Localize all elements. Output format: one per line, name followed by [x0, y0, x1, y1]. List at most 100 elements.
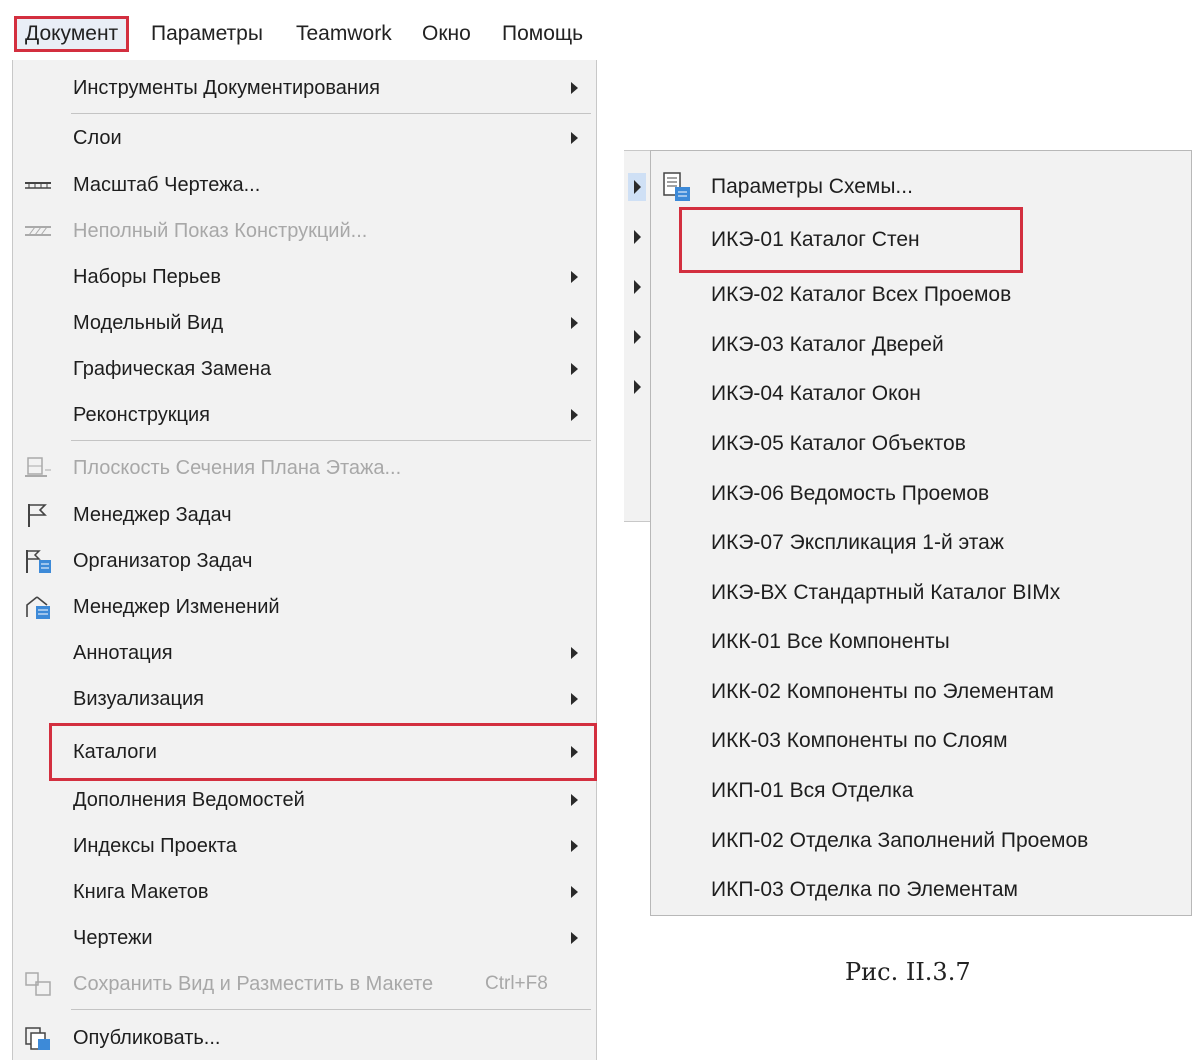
submenu-item-ike-02[interactable]: ИКЭ-02 Каталог Всех Проемов	[651, 271, 1191, 319]
submenu-item-ikk-02[interactable]: ИКК-02 Компоненты по Элементам	[651, 668, 1191, 716]
save-view-icon	[23, 970, 53, 998]
submenu-item-label: ИКП-02 Отделка Заполнений Проемов	[711, 829, 1089, 852]
menu-item-model-view[interactable]: Модельный Вид	[13, 301, 596, 345]
submenu-arrow-icon	[571, 794, 578, 806]
submenu-item-label: ИКК-01 Все Компоненты	[711, 630, 950, 653]
submenu-item-label: ИКЭ-ВХ Стандартный Каталог BIMx	[711, 581, 1061, 604]
submenu-arrow-icon	[634, 330, 641, 344]
menu-item-documentation-tools[interactable]: Инструменты Документирования	[13, 66, 596, 110]
submenu-item-label: ИКЭ-05 Каталог Объектов	[711, 432, 966, 455]
submenu-item-label: ИКК-02 Компоненты по Элементам	[711, 680, 1054, 703]
menu-item-publish[interactable]: Опубликовать...	[13, 1016, 596, 1060]
menu-item-label: Модельный Вид	[73, 312, 224, 334]
menu-item-task-organizer[interactable]: Организатор Задач	[13, 539, 596, 583]
submenu-arrow-icon	[634, 280, 641, 294]
submenu-item-ikp-03[interactable]: ИКП-03 Отделка по Элементам	[651, 866, 1191, 914]
menu-item-save-view-place: Сохранить Вид и Разместить в Макете Ctrl…	[13, 962, 596, 1006]
publish-icon	[23, 1024, 53, 1052]
menu-item-graphic-override[interactable]: Графическая Замена	[13, 347, 596, 391]
menu-item-floor-plan-cut-plane: Плоскость Сечения Плана Этажа...	[13, 446, 596, 490]
submenu-item-ike-01[interactable]: ИКЭ-01 Каталог Стен	[679, 207, 1023, 273]
menu-item-layers[interactable]: Слои	[13, 116, 596, 160]
menu-item-label: Менеджер Изменений	[73, 596, 280, 618]
menu-item-label: Реконструкция	[73, 404, 210, 426]
submenu-item-ikp-01[interactable]: ИКП-01 Вся Отделка	[651, 767, 1191, 815]
submenu-item-scheme-settings[interactable]: Параметры Схемы...	[651, 163, 1191, 211]
menu-item-label: Наборы Перьев	[73, 266, 221, 288]
submenu-arrow-icon	[571, 746, 578, 758]
flag-icon	[23, 501, 53, 529]
submenu-item-ikk-03[interactable]: ИКК-03 Компоненты по Слоям	[651, 717, 1191, 765]
menu-item-drawing-scale[interactable]: Масштаб Чертежа...	[13, 163, 596, 207]
menu-document[interactable]: Документ	[14, 16, 130, 52]
task-organizer-icon	[23, 547, 53, 575]
submenu-item-ike-04[interactable]: ИКЭ-04 Каталог Окон	[651, 370, 1191, 418]
scale-ruler-icon	[23, 171, 53, 199]
menu-item-label: Неполный Показ Конструкций...	[73, 220, 368, 242]
submenu-item-label: ИКЭ-03 Каталог Дверей	[711, 333, 944, 356]
partial-structure-icon	[23, 217, 53, 245]
document-dropdown: Инструменты Документирования Слои Масшта…	[12, 60, 597, 1060]
menu-item-schedule-addons[interactable]: Дополнения Ведомостей	[13, 778, 596, 822]
change-manager-icon	[23, 593, 53, 621]
menu-item-change-manager[interactable]: Менеджер Изменений	[13, 585, 596, 629]
menu-item-label: Организатор Задач	[73, 550, 253, 572]
menu-item-partial-structure: Неполный Показ Конструкций...	[13, 209, 596, 253]
submenu-arrow-icon	[634, 380, 641, 394]
menu-item-annotation[interactable]: Аннотация	[13, 631, 596, 675]
menu-item-label: Масштаб Чертежа...	[73, 174, 261, 196]
menu-separator	[71, 1009, 591, 1010]
submenu-arrow-icon	[571, 693, 578, 705]
menu-item-pen-sets[interactable]: Наборы Перьев	[13, 255, 596, 299]
submenu-item-ike-03[interactable]: ИКЭ-03 Каталог Дверей	[651, 321, 1191, 369]
menu-item-task-manager[interactable]: Менеджер Задач	[13, 493, 596, 537]
menu-item-renovation[interactable]: Реконструкция	[13, 393, 596, 437]
menu-item-label: Инструменты Документирования	[73, 77, 380, 99]
menu-separator	[71, 113, 591, 114]
submenu-item-label: ИКП-01 Вся Отделка	[711, 779, 914, 802]
menu-item-layout-book[interactable]: Книга Макетов	[13, 870, 596, 914]
menu-item-label: Чертежи	[73, 927, 153, 949]
parent-menu-edge	[624, 150, 650, 522]
submenu-item-ike-07[interactable]: ИКЭ-07 Экспликация 1-й этаж	[651, 519, 1191, 567]
submenu-arrow-icon	[571, 82, 578, 94]
submenu-item-label: ИКЭ-02 Каталог Всех Проемов	[711, 283, 1012, 306]
menu-separator	[71, 440, 591, 441]
menu-item-label: Каталоги	[73, 741, 157, 763]
submenu-item-ikp-02[interactable]: ИКП-02 Отделка Заполнений Проемов	[651, 817, 1191, 865]
submenu-item-label: ИКП-03 Отделка по Элементам	[711, 878, 1018, 901]
submenu-arrow-icon	[571, 886, 578, 898]
submenu-arrow-icon	[634, 180, 641, 194]
menu-item-label: Дополнения Ведомостей	[73, 789, 305, 811]
menu-item-label: Опубликовать...	[73, 1027, 221, 1049]
menu-item-drawings[interactable]: Чертежи	[13, 916, 596, 960]
menu-window[interactable]: Окно	[422, 16, 471, 52]
menu-item-visualization[interactable]: Визуализация	[13, 677, 596, 721]
submenu-item-label: ИКК-03 Компоненты по Слоям	[711, 729, 1008, 752]
submenu-arrow-icon	[571, 647, 578, 659]
submenu-arrow-icon	[634, 230, 641, 244]
menu-item-label: Сохранить Вид и Разместить в Макете	[73, 973, 434, 995]
submenu-arrow-icon	[571, 317, 578, 329]
submenu-item-label: ИКЭ-04 Каталог Окон	[711, 382, 921, 405]
submenu-item-ike-06[interactable]: ИКЭ-06 Ведомость Проемов	[651, 470, 1191, 518]
menu-item-label: Менеджер Задач	[73, 504, 232, 526]
submenu-item-label: ИКЭ-07 Экспликация 1-й этаж	[711, 531, 1004, 554]
submenu-arrow-icon	[571, 271, 578, 283]
menu-teamwork[interactable]: Teamwork	[296, 16, 392, 52]
menu-item-label: Слои	[73, 127, 122, 149]
scheme-settings-icon	[661, 171, 693, 203]
figure-caption: Рис. II.3.7	[845, 958, 971, 986]
submenu-item-ike-05[interactable]: ИКЭ-05 Каталог Объектов	[651, 420, 1191, 468]
menu-item-label: Визуализация	[73, 688, 204, 710]
submenu-arrow-icon	[571, 132, 578, 144]
submenu-arrow-icon	[571, 409, 578, 421]
menu-item-project-indexes[interactable]: Индексы Проекта	[13, 824, 596, 868]
submenu-item-ike-bx[interactable]: ИКЭ-ВХ Стандартный Каталог BIMx	[651, 569, 1191, 617]
floor-plan-cut-icon	[23, 454, 53, 482]
menu-item-catalogs[interactable]: Каталоги	[49, 723, 597, 781]
menu-parameters[interactable]: Параметры	[151, 16, 263, 52]
submenu-item-ikk-01[interactable]: ИКК-01 Все Компоненты	[651, 618, 1191, 666]
menu-item-label: Плоскость Сечения Плана Этажа...	[73, 457, 402, 479]
menu-help[interactable]: Помощь	[502, 16, 583, 52]
